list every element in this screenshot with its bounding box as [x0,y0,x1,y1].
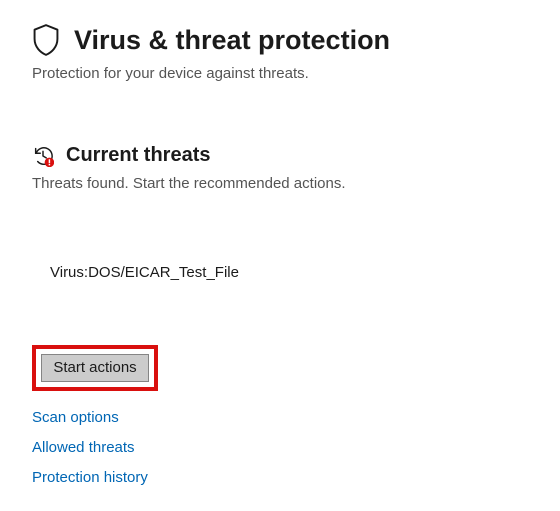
start-actions-button[interactable]: Start actions [41,354,149,382]
protection-history-link[interactable]: Protection history [32,469,528,486]
section-subtitle: Threats found. Start the recommended act… [32,175,528,192]
threat-name: Virus:DOS/EICAR_Test_File [50,264,528,281]
section-title: Current threats [66,144,210,167]
history-alert-icon [32,145,54,167]
links-list: Scan options Allowed threats Protection … [32,409,528,486]
highlight-box: Start actions [32,345,158,391]
shield-icon [32,24,60,56]
scan-options-link[interactable]: Scan options [32,409,528,426]
page-title: Virus & threat protection [74,25,390,56]
section-header: Current threats [32,144,528,167]
page-subtitle: Protection for your device against threa… [32,65,528,82]
allowed-threats-link[interactable]: Allowed threats [32,439,528,456]
page-header: Virus & threat protection [32,24,528,56]
